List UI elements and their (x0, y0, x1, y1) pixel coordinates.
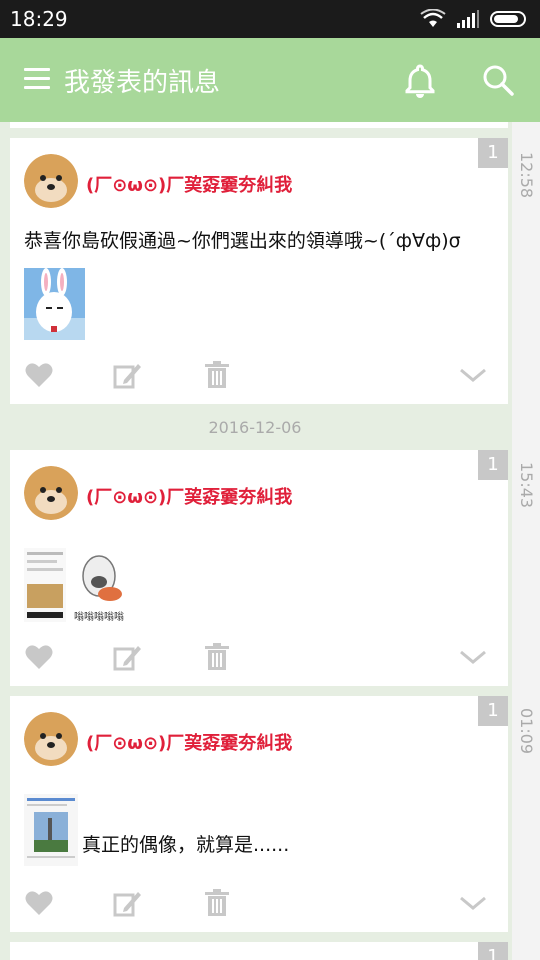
post-image[interactable]: 嗡嗡嗡嗡嗡 (70, 548, 128, 622)
count-badge: 1 (478, 450, 508, 480)
battery-icon (490, 11, 526, 27)
post-image[interactable] (24, 268, 85, 340)
post-actions (10, 642, 508, 678)
signal-icon (457, 10, 479, 28)
avatar[interactable] (24, 466, 78, 520)
post-text: 真正的偶像，就算是...... (82, 834, 290, 856)
post-actions (10, 360, 508, 396)
count-badge: 1 (478, 696, 508, 726)
post-card-partial[interactable]: 1 (10, 942, 508, 960)
avatar[interactable] (24, 154, 78, 208)
app-bar: 我發表的訊息 (0, 38, 540, 122)
chevron-down-icon[interactable] (458, 360, 488, 390)
post-time: 01:09 (517, 708, 536, 755)
trash-icon[interactable] (202, 360, 232, 390)
post-card[interactable]: 1 (厂⊙ω⊙)厂巭孬嫑夯糾我 嗡嗡嗡嗡嗡 (10, 450, 508, 686)
date-separator: 2016-12-06 (208, 418, 302, 437)
heart-icon[interactable] (24, 360, 54, 390)
post-image[interactable] (24, 548, 66, 622)
post-time: 12:58 (517, 152, 536, 199)
trash-icon[interactable] (202, 888, 232, 918)
username[interactable]: (厂⊙ω⊙)厂巭孬嫑夯糾我 (86, 171, 292, 197)
username[interactable]: (厂⊙ω⊙)厂巭孬嫑夯糾我 (86, 729, 292, 755)
edit-icon[interactable] (112, 642, 142, 672)
status-bar: 18:29 (0, 0, 540, 38)
bell-icon[interactable] (402, 62, 438, 98)
post-image[interactable] (24, 794, 78, 866)
count-badge: 1 (478, 138, 508, 168)
image-caption: 嗡嗡嗡嗡嗡 (74, 612, 124, 622)
post-time: 15:43 (517, 462, 536, 509)
username[interactable]: (厂⊙ω⊙)厂巭孬嫑夯糾我 (86, 483, 292, 509)
page-title: 我發表的訊息 (64, 68, 221, 98)
timeline: 12:58 15:43 01:09 (512, 122, 540, 960)
post-text: 恭喜你島砍假通過~你們選出來的領導哦~(´ф∀ф)σ (24, 230, 461, 252)
heart-icon[interactable] (24, 642, 54, 672)
chevron-down-icon[interactable] (458, 888, 488, 918)
post-card[interactable]: 1 (厂⊙ω⊙)厂巭孬嫑夯糾我 真正的偶像，就算是...... (10, 696, 508, 932)
search-icon[interactable] (480, 62, 516, 98)
trash-icon[interactable] (202, 642, 232, 672)
post-actions (10, 888, 508, 924)
heart-icon[interactable] (24, 888, 54, 918)
status-time: 18:29 (10, 7, 68, 31)
card-remnant (10, 122, 508, 128)
wifi-icon (420, 9, 446, 27)
edit-icon[interactable] (112, 360, 142, 390)
chevron-down-icon[interactable] (458, 642, 488, 672)
menu-icon[interactable] (24, 68, 50, 90)
status-icons (420, 9, 530, 29)
avatar[interactable] (24, 712, 78, 766)
post-card[interactable]: 1 (厂⊙ω⊙)厂巭孬嫑夯糾我 恭喜你島砍假通過~你們選出來的領導哦~(´ф∀ф… (10, 138, 508, 404)
edit-icon[interactable] (112, 888, 142, 918)
count-badge: 1 (478, 942, 508, 960)
